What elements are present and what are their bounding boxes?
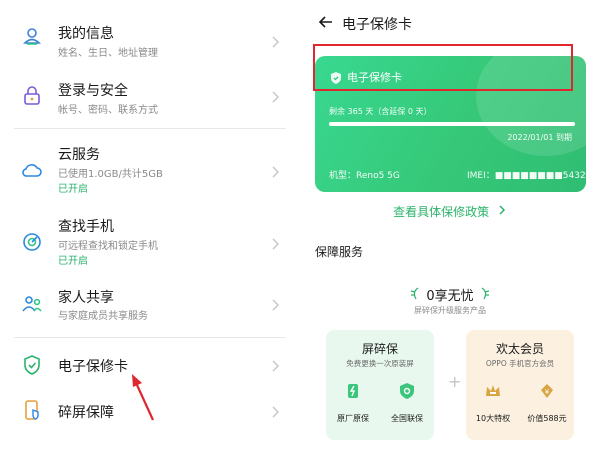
item-subtitle: 帐号、密码、联系方式: [58, 105, 158, 116]
remaining-days: 剩余 365 天（含延保 0 天）: [329, 107, 432, 116]
feature-label: 10大特权: [475, 414, 511, 423]
coin-icon: ¥: [538, 382, 556, 400]
person-icon: [20, 24, 44, 48]
warranty-progress-bar: [329, 122, 575, 126]
item-subtitle: 姓名、生日、地址管理: [58, 48, 158, 59]
battery-icon: [344, 382, 362, 400]
account-settings-list: 我的信息 姓名、生日、地址管理 登录与安全 帐号、密码、联系方式 云服务 已使用…: [0, 0, 300, 450]
chevron-right-icon: [270, 34, 280, 48]
shield-check-icon: [398, 382, 416, 400]
chevron-right-icon: [270, 89, 280, 103]
cloud-icon: [20, 158, 44, 182]
locate-icon: [20, 230, 44, 254]
chevron-right-icon: [270, 236, 280, 250]
warranty-progress-fill: [329, 122, 575, 126]
device-model: 机型：Reno5 5G: [329, 171, 400, 181]
list-item-my-info[interactable]: 我的信息 姓名、生日、地址管理: [0, 0, 300, 64]
status-enabled: 已开启: [58, 184, 88, 195]
chevron-right-icon: [270, 358, 280, 372]
panel-subtitle: OPPO 手机官方会员: [485, 359, 555, 368]
divider: [14, 128, 286, 129]
chevron-right-icon: [497, 204, 507, 216]
chevron-right-icon: [270, 164, 280, 178]
svg-text:¥: ¥: [545, 388, 550, 396]
item-subtitle: 可远程查找和锁定手机: [58, 241, 158, 252]
back-arrow-icon[interactable]: [318, 14, 334, 30]
view-policy-link[interactable]: 查看具体保修政策: [300, 203, 600, 220]
top-bar: 电子保修卡: [300, 0, 600, 46]
laurel-right-icon: [478, 285, 492, 300]
promo-subtitle: 屏碎保升级服务产品: [414, 306, 486, 315]
device-imei: IMEI：■■■■■■■■54328415: [467, 171, 586, 181]
chevron-right-icon: [270, 404, 280, 418]
list-item-cloud-service[interactable]: 云服务 已使用1.0GB/共计5GB 已开启: [0, 138, 300, 198]
item-title: 我的信息: [58, 26, 114, 42]
red-highlight-box: [313, 44, 573, 91]
chevron-right-icon: [270, 297, 280, 311]
list-item-e-warranty-card[interactable]: 电子保修卡: [0, 344, 300, 386]
screen-protect-panel[interactable]: 屏碎保 免费更换一次原装屏 原厂原保 全国联保: [326, 330, 434, 440]
lock-icon: [20, 84, 44, 108]
item-title: 碎屏保障: [58, 405, 114, 421]
expire-date: 2022/01/01 到期: [507, 133, 572, 142]
divider: [14, 337, 286, 338]
item-title: 查找手机: [58, 219, 114, 235]
family-icon: [20, 292, 44, 316]
crown-icon: [484, 382, 502, 400]
status-enabled: 已开启: [58, 256, 88, 267]
promo-title: 0享无忧: [426, 289, 474, 304]
warranty-card-page: 电子保修卡 电子保修卡 剩余 365 天（含延保 0 天） 2022/01/01…: [300, 0, 600, 450]
item-title: 云服务: [58, 147, 100, 163]
panel-title: 欢太会员: [495, 342, 544, 356]
list-item-family-sharing[interactable]: 家人共享 与家庭成员共享服务: [0, 280, 300, 334]
page-title: 电子保修卡: [342, 17, 412, 33]
item-subtitle: 与家庭成员共享服务: [58, 311, 148, 322]
item-subtitle: 已使用1.0GB/共计5GB: [58, 169, 163, 180]
panel-title: 屏碎保: [361, 342, 398, 356]
section-title: 保障服务: [315, 245, 364, 259]
plus-sign: +: [448, 372, 462, 391]
feature-label: 全国联保: [391, 414, 423, 423]
item-title: 家人共享: [58, 290, 114, 306]
feature-label: 原厂原保: [337, 414, 369, 423]
phone-shield-icon: [20, 398, 44, 422]
feature-label: 价值588元: [527, 414, 567, 423]
policy-link-label: 查看具体保修政策: [393, 205, 490, 219]
membership-panel[interactable]: 欢太会员 OPPO 手机官方会员 ¥ 10大特权 价值588元: [466, 330, 574, 440]
panel-subtitle: 免费更换一次原装屏: [346, 359, 414, 368]
item-title: 登录与安全: [58, 83, 128, 99]
list-item-screen-protection[interactable]: 碎屏保障: [0, 392, 300, 434]
shield-icon: [20, 353, 44, 377]
item-title: 电子保修卡: [58, 359, 128, 375]
list-item-find-phone[interactable]: 查找手机 可远程查找和锁定手机 已开启: [0, 210, 300, 270]
list-item-login-security[interactable]: 登录与安全 帐号、密码、联系方式: [0, 70, 300, 130]
